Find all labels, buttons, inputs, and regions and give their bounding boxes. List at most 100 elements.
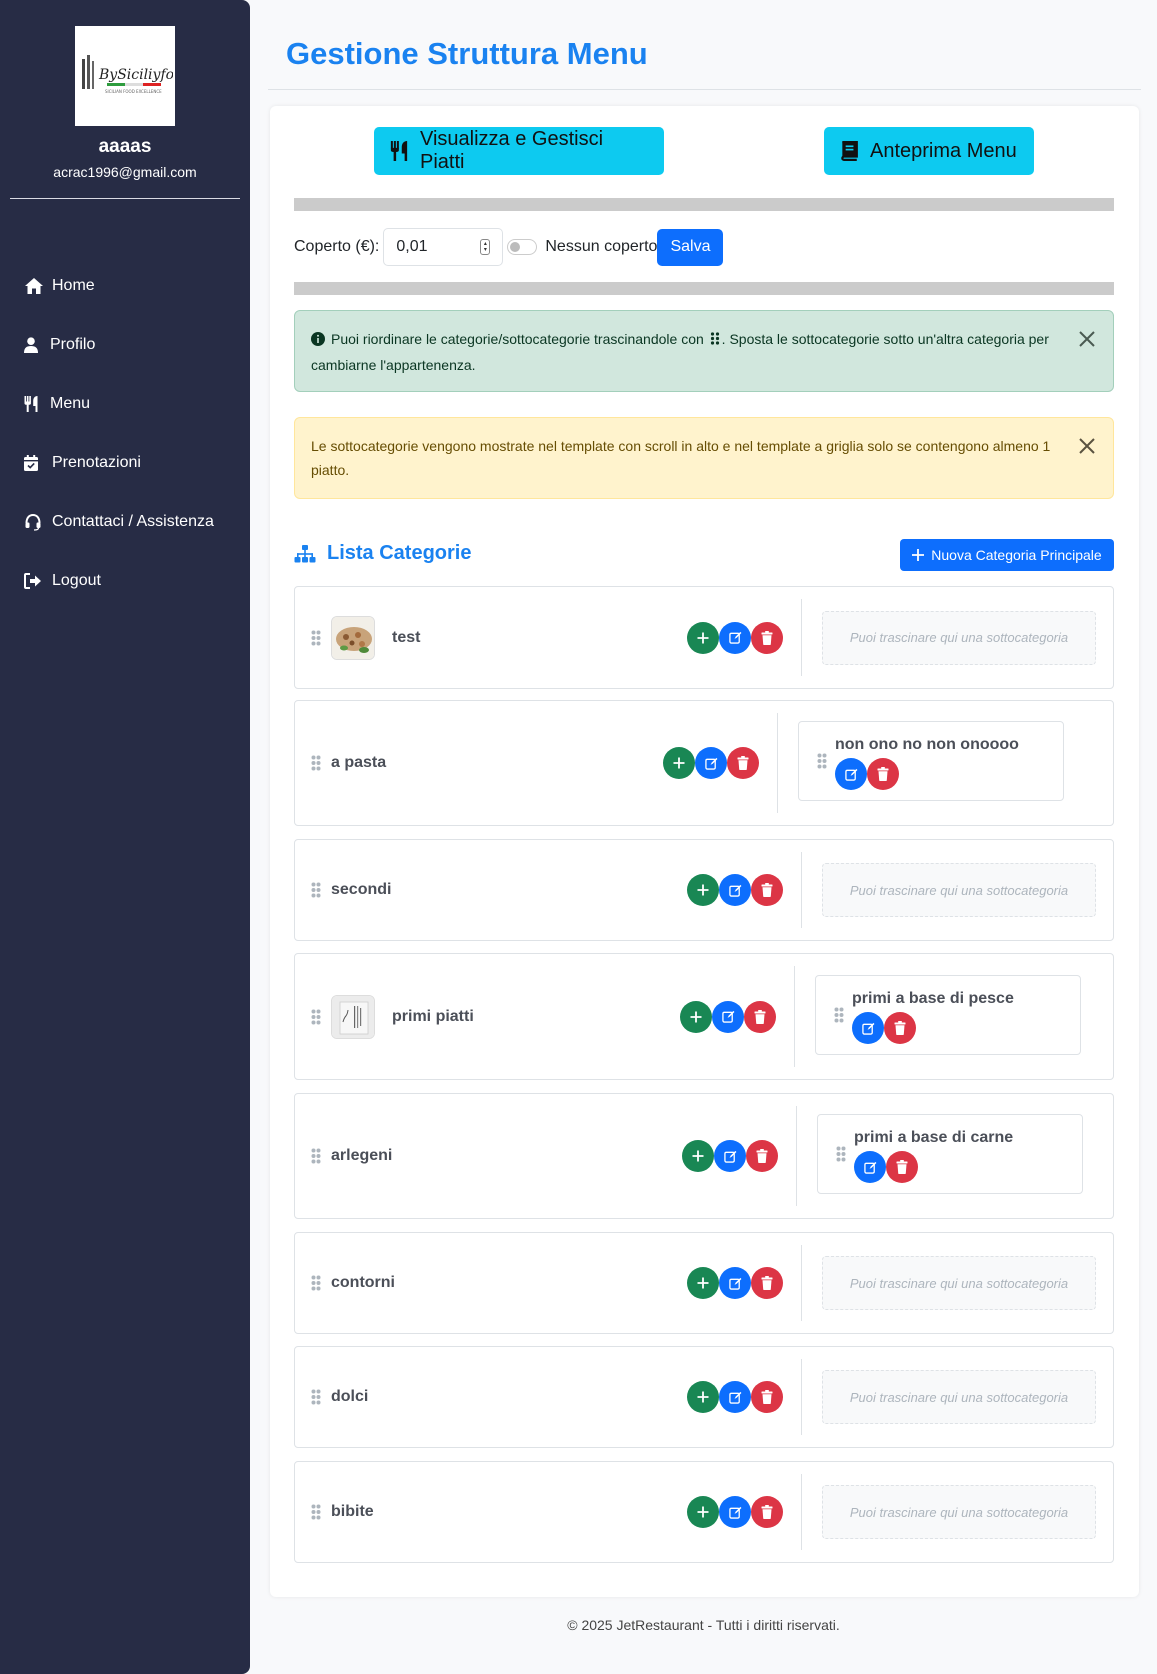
preview-menu-label: Anteprima Menu [870,139,1017,162]
manage-dishes-button[interactable]: Visualizza e Gestisci Piatti [374,127,664,175]
calendar-icon [24,455,52,471]
add-subcategory-button[interactable] [687,621,719,654]
sitemap-icon [294,544,316,563]
subcategory-drop-zone[interactable]: Puoi trascinare qui una sottocategoria [822,1370,1096,1424]
drag-handle-icon[interactable] [817,753,827,769]
edit-icon [704,757,717,770]
drag-handle-icon[interactable] [311,1504,321,1520]
sidebar-item-home[interactable]: Home [24,271,95,301]
coperto-label: Coperto (€): [294,238,380,255]
category-actions [687,874,783,906]
delete-subcategory-button[interactable] [884,1012,916,1044]
edit-subcategory-button[interactable] [852,1012,884,1044]
add-subcategory-button[interactable] [687,1381,719,1413]
sidebar-item-label: Prenotazioni [52,454,141,471]
delete-subcategory-button[interactable] [867,758,899,790]
sidebar-item-menu[interactable]: Menu [24,389,90,419]
delete-category-button[interactable] [746,1140,778,1172]
delete-category-button[interactable] [751,621,783,654]
edit-category-button[interactable] [719,621,751,654]
drag-handle-icon[interactable] [311,755,321,771]
user-email: acrac1996@gmail.com [53,164,197,180]
delete-category-button[interactable] [751,1381,783,1413]
add-subcategory-button[interactable] [680,1000,712,1033]
subcategory-drop-zone[interactable]: Puoi trascinare qui una sottocategoria [822,1485,1096,1539]
trash-icon [754,1009,766,1024]
plus-icon [690,1011,702,1022]
close-icon[interactable] [1075,434,1099,458]
delete-category-button[interactable] [751,1496,783,1528]
drag-handle-icon[interactable] [311,1148,321,1164]
coperto-value: 0,01 [396,238,428,255]
spinner-icon[interactable]: ▴ ▾ [480,239,491,255]
subcategory-drop-zone[interactable]: Puoi trascinare qui una sottocategoria [822,610,1096,665]
category-row-test[interactable]: test Puoi trascinare qui una sottocatego… [294,586,1114,689]
delete-category-button[interactable] [727,747,759,779]
no-coperto-label: Nessun coperto [545,238,658,255]
edit-category-button[interactable] [719,1496,751,1528]
delete-category-button[interactable] [744,1000,776,1033]
subcategory-name: primi a base di pesce [852,990,1014,1007]
preview-menu-button[interactable]: Anteprima Menu [824,127,1034,175]
subcategory-drop-zone[interactable]: Puoi trascinare qui una sottocategoria [822,863,1096,917]
no-coperto-toggle[interactable] [507,239,538,255]
plus-icon [692,1150,704,1162]
drag-handle-icon[interactable] [311,630,321,646]
sidebar-item-logout[interactable]: Logout [24,566,101,596]
plus-icon [697,1391,709,1403]
drag-handle-icon[interactable] [836,1146,846,1162]
logout-icon [24,573,52,589]
subcategory-card[interactable]: primi a base di carne [817,1114,1083,1194]
add-subcategory-button[interactable] [663,747,695,779]
add-subcategory-button[interactable] [687,1267,719,1299]
category-row-dolci[interactable]: dolci Puoi trascinare qui una sottocateg… [294,1346,1114,1448]
edit-category-button[interactable] [712,1000,744,1033]
category-row-contorni[interactable]: contorni Puoi trascinare qui una sottoca… [294,1232,1114,1334]
category-row-bibite[interactable]: bibite Puoi trascinare qui una sottocate… [294,1461,1114,1563]
add-subcategory-button[interactable] [682,1140,714,1172]
edit-category-button[interactable] [695,747,727,779]
new-category-button[interactable]: Nuova Categoria Principale [900,539,1114,571]
trash-icon [756,1149,768,1163]
coperto-input[interactable]: 0,01 ▴ ▾ [383,228,504,266]
delete-category-button[interactable] [751,1267,783,1299]
drag-handle-icon[interactable] [311,1275,321,1291]
add-subcategory-button[interactable] [687,874,719,906]
category-row-secondi[interactable]: secondi Puoi trascinare qui una sottocat… [294,839,1114,941]
drag-handle-icon[interactable] [834,1007,844,1023]
delete-subcategory-button[interactable] [886,1151,918,1183]
separator-bar [294,282,1114,295]
category-row-a-pasta[interactable]: a pasta non ono no non onoooo [294,700,1114,826]
close-icon[interactable] [1075,327,1099,351]
trash-icon [877,767,889,781]
sidebar: BySiciliyfood SICILIAN FOOD EXCELLENCE a… [0,0,250,1674]
edit-subcategory-button[interactable] [835,758,867,790]
category-row-primi-piatti[interactable]: primi piatti primi a base di pesce [294,953,1114,1080]
sidebar-item-label: Contattaci / Assistenza [52,513,214,530]
trash-icon [761,630,773,645]
delete-category-button[interactable] [751,874,783,906]
edit-icon [728,884,741,897]
category-actions [687,1381,783,1413]
drag-handle-icon[interactable] [311,882,321,898]
save-button[interactable]: Salva [657,228,724,266]
subcategory-drop-zone[interactable]: Puoi trascinare qui una sottocategoria [822,1256,1096,1310]
edit-category-button[interactable] [719,874,751,906]
sidebar-item-prenotazioni[interactable]: Prenotazioni [24,448,141,478]
subcategory-card[interactable]: primi a base di pesce [815,975,1081,1055]
sidebar-item-assistenza[interactable]: Contattaci / Assistenza [24,507,214,537]
subcategory-card[interactable]: non ono no non onoooo [798,721,1064,801]
edit-category-button[interactable] [719,1267,751,1299]
sidebar-item-label: Menu [50,395,91,412]
edit-icon [861,1022,874,1035]
plus-icon [697,632,709,643]
add-subcategory-button[interactable] [687,1496,719,1528]
sidebar-item-profilo[interactable]: Profilo [24,330,95,360]
edit-subcategory-button[interactable] [854,1151,886,1183]
edit-category-button[interactable] [719,1381,751,1413]
drag-handle-icon[interactable] [311,1389,321,1405]
edit-category-button[interactable] [714,1140,746,1172]
drag-handle-icon[interactable] [311,1009,321,1025]
category-row-arlegeni[interactable]: arlegeni primi a base di carne [294,1093,1114,1219]
category-list-title-text: Lista Categorie [327,542,472,564]
